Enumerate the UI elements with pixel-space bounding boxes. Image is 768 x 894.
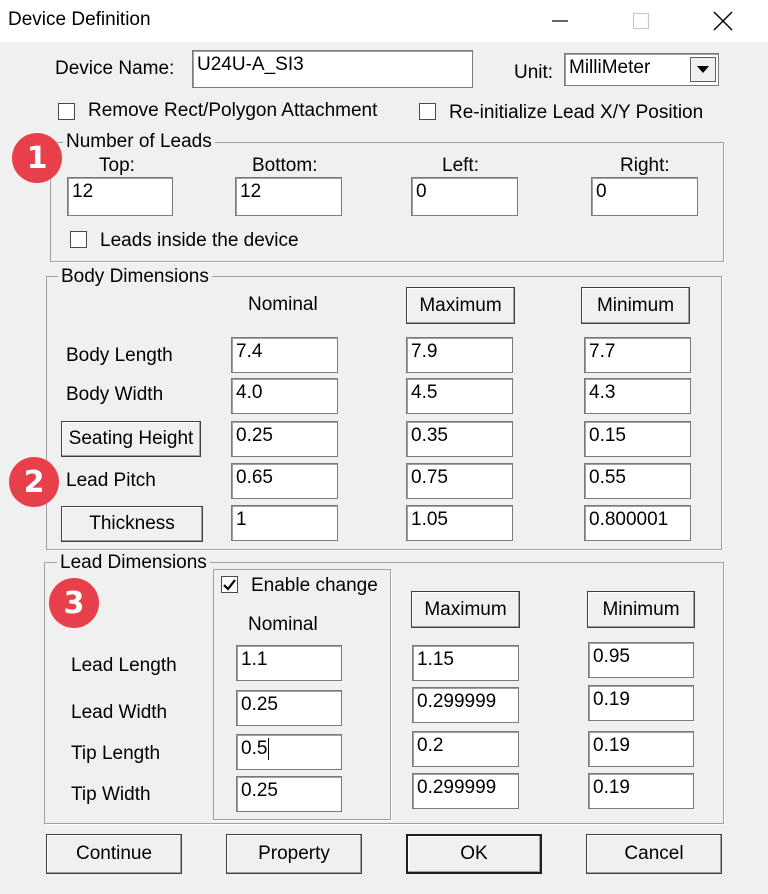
- body-length-min-input[interactable]: 7.7: [584, 337, 691, 373]
- body-length-max-input[interactable]: 7.9: [406, 337, 513, 373]
- remove-attachment-checkbox[interactable]: [58, 103, 75, 120]
- seating-height-button[interactable]: Seating Height: [61, 421, 201, 457]
- annotation-badge-2: 2: [9, 457, 59, 507]
- left-leads-label: Left:: [442, 155, 479, 176]
- lead-pitch-max-input[interactable]: 0.75: [406, 463, 513, 499]
- minimize-button[interactable]: [537, 0, 583, 42]
- annotation-badge-1: 1: [12, 133, 62, 183]
- tip-width-max-input[interactable]: 0.299999: [412, 773, 519, 809]
- lead-length-max-input[interactable]: 1.15: [412, 645, 519, 681]
- continue-button[interactable]: Continue: [46, 834, 182, 874]
- unit-label: Unit:: [514, 62, 554, 83]
- dropdown-arrow-icon: [697, 65, 709, 73]
- lead-pitch-min-input[interactable]: 0.55: [584, 463, 691, 499]
- thickness-max-input[interactable]: 1.05: [406, 505, 513, 541]
- unit-select[interactable]: MilliMeter: [564, 53, 719, 86]
- lead-width-min-input[interactable]: 0.19: [588, 685, 694, 721]
- body-width-min-input[interactable]: 4.3: [584, 378, 691, 414]
- maximize-icon: [632, 12, 650, 30]
- bottom-leads-label: Bottom:: [252, 155, 318, 176]
- left-leads-input[interactable]: 0: [411, 177, 518, 216]
- lead-width-max-input[interactable]: 0.299999: [412, 687, 519, 723]
- top-leads-label: Top:: [99, 155, 135, 176]
- body-width-label: Body Width: [66, 384, 164, 405]
- window-title: Device Definition: [8, 9, 151, 30]
- thickness-min-input[interactable]: 0.800001: [584, 505, 691, 541]
- enable-change-label: Enable change: [251, 575, 378, 596]
- maximize-button: [618, 0, 664, 42]
- body-width-nominal-input[interactable]: 4.0: [231, 378, 338, 414]
- lead-nominal-header: Nominal: [248, 614, 318, 635]
- tip-length-min-input[interactable]: 0.19: [588, 731, 694, 767]
- thickness-nominal-input[interactable]: 1: [231, 505, 338, 541]
- device-name-label: Device Name:: [55, 58, 175, 79]
- lead-pitch-label: Lead Pitch: [66, 470, 156, 491]
- lead-length-min-input[interactable]: 0.95: [588, 642, 694, 678]
- enable-change-checkbox[interactable]: [221, 576, 238, 593]
- right-leads-label: Right:: [620, 155, 670, 176]
- device-definition-dialog: Device Definition Device Name: U24U-A_SI…: [0, 0, 768, 894]
- tip-length-label: Tip Length: [71, 743, 161, 764]
- lead-width-nominal-input[interactable]: 0.25: [236, 690, 342, 726]
- bottom-leads-input[interactable]: 12: [235, 177, 342, 216]
- seating-height-max-input[interactable]: 0.35: [406, 421, 513, 457]
- body-width-max-input[interactable]: 4.5: [406, 378, 513, 414]
- body-length-label: Body Length: [66, 345, 173, 366]
- lead-length-label: Lead Length: [71, 655, 177, 676]
- unit-dropdown-button[interactable]: [690, 57, 716, 82]
- seating-height-nominal-input[interactable]: 0.25: [231, 421, 338, 457]
- checkmark-icon: [223, 579, 236, 591]
- tip-width-nominal-input[interactable]: 0.25: [236, 776, 342, 812]
- tip-width-min-input[interactable]: 0.19: [588, 773, 694, 809]
- body-minimum-button[interactable]: Minimum: [581, 287, 690, 324]
- body-dimensions-title: Body Dimensions: [58, 266, 212, 288]
- lead-dimensions-title: Lead Dimensions: [57, 552, 210, 574]
- close-button[interactable]: [700, 0, 746, 42]
- number-of-leads-title: Number of Leads: [63, 131, 215, 153]
- reinit-lead-checkbox[interactable]: [419, 103, 436, 120]
- thickness-button[interactable]: Thickness: [61, 506, 203, 542]
- close-icon: [713, 11, 733, 31]
- lead-width-label: Lead Width: [71, 702, 168, 723]
- annotation-badge-3: 3: [49, 578, 99, 628]
- lead-pitch-nominal-input[interactable]: 0.65: [231, 463, 338, 499]
- text-cursor: [268, 738, 270, 760]
- reinit-lead-label: Re-initialize Lead X/Y Position: [449, 102, 704, 123]
- body-maximum-button[interactable]: Maximum: [406, 287, 515, 324]
- remove-attachment-label: Remove Rect/Polygon Attachment: [88, 100, 378, 121]
- lead-length-nominal-input[interactable]: 1.1: [236, 645, 342, 681]
- minimize-icon: [552, 20, 568, 22]
- lead-minimum-button[interactable]: Minimum: [587, 591, 695, 628]
- tip-length-max-input[interactable]: 0.2: [412, 731, 519, 767]
- tip-length-nominal-input[interactable]: 0.5: [236, 734, 342, 770]
- top-leads-input[interactable]: 12: [67, 177, 173, 216]
- cancel-button[interactable]: Cancel: [586, 834, 722, 874]
- tip-width-label: Tip Width: [71, 784, 151, 805]
- tip-length-nominal-value: 0.5: [241, 738, 268, 760]
- unit-select-value: MilliMeter: [569, 57, 651, 78]
- body-length-nominal-input[interactable]: 7.4: [231, 337, 338, 373]
- right-leads-input[interactable]: 0: [591, 177, 698, 216]
- seating-height-min-input[interactable]: 0.15: [584, 421, 691, 457]
- lead-maximum-button[interactable]: Maximum: [411, 591, 520, 628]
- property-button[interactable]: Property: [226, 834, 362, 874]
- body-nominal-header: Nominal: [248, 294, 318, 315]
- leads-inside-checkbox[interactable]: [70, 231, 87, 248]
- leads-inside-label: Leads inside the device: [100, 230, 299, 251]
- device-name-input[interactable]: U24U-A_SI3: [192, 50, 473, 88]
- ok-button[interactable]: OK: [406, 834, 542, 874]
- title-bar: Device Definition: [0, 0, 768, 42]
